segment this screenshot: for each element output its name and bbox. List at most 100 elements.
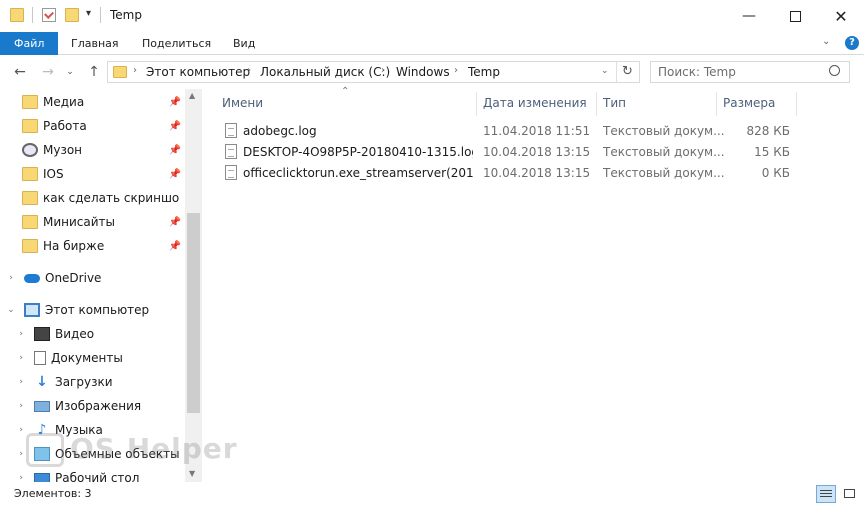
- breadcrumb-windows[interactable]: Windows: [396, 65, 450, 79]
- documents-icon: [34, 351, 46, 365]
- pin-icon[interactable]: 📌: [169, 241, 181, 252]
- address-dropdown-icon[interactable]: ⌄: [601, 66, 609, 76]
- navigation-pane: Медиа 📌 Работа 📌 Музон 📌 IOS 📌 как сдела…: [0, 89, 202, 482]
- cloud-icon: [24, 273, 40, 283]
- pin-icon[interactable]: 📌: [169, 121, 181, 132]
- divider: [100, 7, 101, 23]
- nav-item-screenshot[interactable]: как сделать скриншо: [0, 187, 185, 209]
- nav-scrollbar[interactable]: ▲ ▼: [185, 89, 202, 482]
- chevron-right-icon[interactable]: ›: [16, 425, 26, 435]
- back-button[interactable]: ←: [10, 62, 30, 82]
- sort-ascending-icon: ⌃: [341, 86, 350, 97]
- maximize-button[interactable]: [772, 0, 818, 32]
- help-icon[interactable]: ?: [845, 36, 859, 50]
- nav-item-label: Загрузки: [55, 375, 113, 389]
- breadcrumb-local-disk[interactable]: Локальный диск (C:): [260, 65, 390, 79]
- nav-item-label: OneDrive: [45, 271, 102, 285]
- chevron-down-icon[interactable]: ⌄: [6, 305, 16, 315]
- divider: [616, 62, 617, 82]
- properties-icon[interactable]: [42, 8, 56, 22]
- chevron-right-icon[interactable]: ›: [133, 65, 137, 76]
- search-box[interactable]: Поиск: Temp: [650, 61, 850, 83]
- scroll-up-icon[interactable]: ▲: [189, 91, 195, 100]
- table-row[interactable]: DESKTOP-4O98P5P-20180410-1315.log 10.04.…: [220, 142, 800, 163]
- breadcrumb-this-pc[interactable]: Этот компьютер: [146, 65, 250, 79]
- file-date: 11.04.2018 11:51: [483, 124, 591, 138]
- music-disc-icon: [22, 143, 38, 157]
- nav-item-video[interactable]: › Видео: [0, 323, 185, 345]
- column-header-date[interactable]: Дата изменения: [483, 92, 587, 114]
- table-row[interactable]: officeclicktorun.exe_streamserver(201804…: [220, 163, 800, 184]
- file-name: adobegc.log: [243, 124, 317, 138]
- nav-item-label: Рабочий стол: [55, 471, 140, 482]
- table-row[interactable]: adobegc.log 11.04.2018 11:51 Текстовый д…: [220, 121, 800, 142]
- divider: [476, 92, 477, 116]
- tab-view[interactable]: Вид: [219, 32, 269, 55]
- nav-item-this-pc[interactable]: ⌄ Этот компьютер: [0, 299, 185, 321]
- column-header-size[interactable]: Размера: [723, 92, 775, 114]
- nav-item-muzon[interactable]: Музон 📌: [0, 139, 185, 161]
- tab-share[interactable]: Поделиться: [128, 32, 225, 55]
- up-button[interactable]: ↑: [84, 62, 104, 82]
- chevron-right-icon[interactable]: ›: [16, 377, 26, 387]
- pin-icon[interactable]: 📌: [169, 217, 181, 228]
- breadcrumb-temp[interactable]: Temp: [468, 65, 500, 79]
- large-icons-view-button[interactable]: [840, 485, 860, 503]
- folder-icon: [22, 191, 38, 205]
- chevron-right-icon[interactable]: ›: [16, 353, 26, 363]
- nav-item-ios[interactable]: IOS 📌: [0, 163, 185, 185]
- customize-quick-access-icon[interactable]: ▾: [86, 8, 91, 19]
- title-bar: ▾ Temp — ✕: [0, 0, 864, 32]
- file-date: 10.04.2018 13:15: [483, 166, 591, 180]
- folder-icon: [22, 119, 38, 133]
- close-button[interactable]: ✕: [818, 0, 864, 32]
- tab-home[interactable]: Главная: [57, 32, 133, 55]
- nav-item-media[interactable]: Медиа 📌: [0, 91, 185, 113]
- nav-item-onedrive[interactable]: › OneDrive: [0, 267, 185, 289]
- chevron-right-icon[interactable]: ›: [6, 273, 16, 283]
- video-icon: [34, 327, 50, 341]
- item-count: Элементов: 3: [14, 487, 92, 500]
- file-name: officeclicktorun.exe_streamserver(201804…: [243, 166, 473, 180]
- scroll-down-icon[interactable]: ▼: [189, 469, 195, 478]
- chevron-right-icon[interactable]: ›: [381, 65, 385, 76]
- nav-item-pictures[interactable]: › Изображения: [0, 395, 185, 417]
- search-icon[interactable]: [829, 65, 840, 76]
- computer-icon: [24, 303, 40, 317]
- chevron-right-icon[interactable]: ›: [16, 473, 26, 482]
- search-input[interactable]: Поиск: Temp: [658, 65, 736, 79]
- details-view-button[interactable]: [816, 485, 836, 503]
- nav-item-label: Этот компьютер: [45, 303, 150, 317]
- chevron-right-icon[interactable]: ›: [454, 65, 458, 76]
- minimize-button[interactable]: —: [726, 0, 772, 32]
- chevron-right-icon[interactable]: ›: [16, 329, 26, 339]
- column-header-name[interactable]: Имени: [222, 92, 263, 114]
- nav-item-desktop[interactable]: › Рабочий стол: [0, 467, 185, 482]
- folder-icon: [22, 95, 38, 109]
- chevron-right-icon[interactable]: ›: [16, 401, 26, 411]
- nav-item-work[interactable]: Работа 📌: [0, 115, 185, 137]
- chevron-right-icon[interactable]: ›: [247, 65, 251, 76]
- expand-ribbon-icon[interactable]: ⌄: [822, 36, 830, 47]
- text-file-icon: [225, 144, 237, 159]
- nav-item-downloads[interactable]: › ↓ Загрузки: [0, 371, 185, 393]
- nav-item-exchange[interactable]: На бирже 📌: [0, 235, 185, 257]
- address-row: ← → ⌄ ↑ › Этот компьютер › Локальный дис…: [0, 56, 864, 89]
- pin-icon[interactable]: 📌: [169, 97, 181, 108]
- nav-item-label: Изображения: [55, 399, 142, 413]
- column-header-type[interactable]: Тип: [603, 92, 626, 114]
- tab-file[interactable]: Файл: [0, 32, 59, 55]
- pin-icon[interactable]: 📌: [169, 145, 181, 156]
- divider: [32, 7, 33, 23]
- nav-item-minisites[interactable]: Минисайты 📌: [0, 211, 185, 233]
- nav-item-label: Документы: [51, 351, 123, 365]
- new-folder-icon[interactable]: [65, 8, 79, 22]
- pin-icon[interactable]: 📌: [169, 169, 181, 180]
- nav-item-documents[interactable]: › Документы: [0, 347, 185, 369]
- chevron-right-icon[interactable]: ›: [16, 449, 26, 459]
- forward-button[interactable]: →: [38, 62, 58, 82]
- refresh-icon[interactable]: ↻: [622, 64, 633, 79]
- scrollbar-thumb[interactable]: [187, 213, 200, 413]
- recent-locations-icon[interactable]: ⌄: [60, 62, 80, 82]
- address-bar[interactable]: › Этот компьютер › Локальный диск (C:) ›…: [107, 61, 640, 83]
